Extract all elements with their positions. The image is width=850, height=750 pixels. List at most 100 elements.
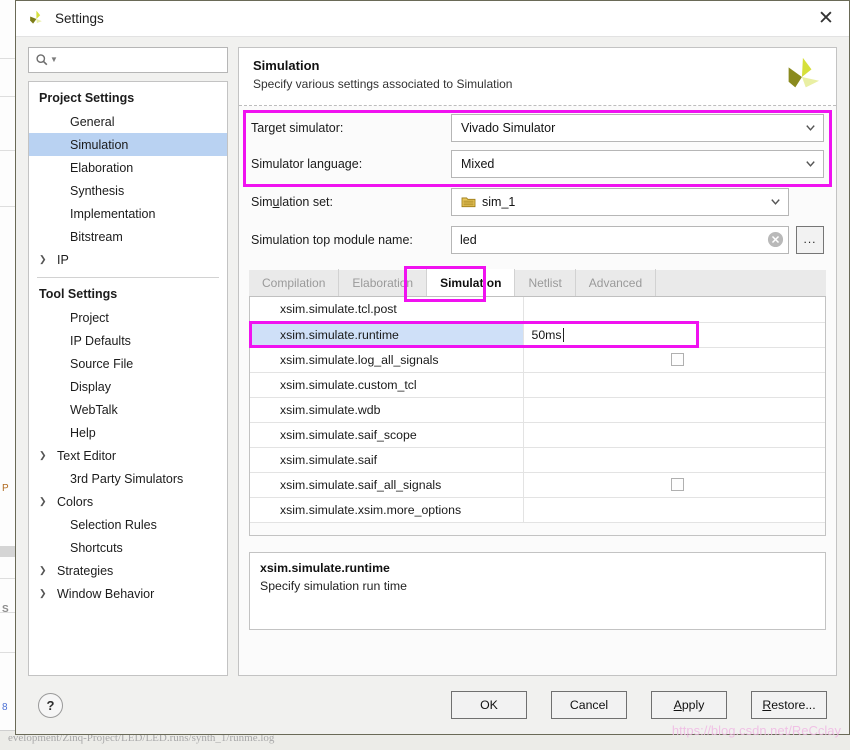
table-row[interactable]: xsim.simulate.saif_scope	[250, 422, 825, 448]
sidebar-item-webtalk[interactable]: WebTalk	[29, 398, 227, 421]
description-title: xsim.simulate.runtime	[260, 560, 390, 575]
sidebar-item-window-behavior[interactable]: ❯ Window Behavior	[29, 582, 227, 605]
sidebar-item-label: Elaboration	[70, 160, 134, 175]
simulator-language-combo[interactable]: Mixed	[451, 149, 824, 178]
sidebar-item-implementation[interactable]: Implementation	[29, 202, 227, 225]
property-value-cell[interactable]	[523, 297, 825, 323]
simulation-set-label: Simulation set:	[251, 194, 333, 209]
restore-button[interactable]: Restore...	[751, 691, 827, 719]
table-row[interactable]: xsim.simulate.log_all_signals	[250, 347, 825, 373]
tab-elaboration[interactable]: Elaboration	[339, 269, 428, 296]
top-module-browse-button[interactable]: ...	[796, 225, 824, 254]
property-value-cell[interactable]	[523, 422, 825, 448]
tab-compilation[interactable]: Compilation	[249, 269, 340, 296]
chevron-right-icon[interactable]: ❯	[39, 451, 52, 460]
property-name-cell[interactable]: xsim.simulate.tcl.post	[250, 297, 524, 323]
target-simulator-combo[interactable]: Vivado Simulator	[451, 113, 824, 142]
sidebar-item-project[interactable]: Project	[29, 306, 227, 329]
sidebar-item-simulation[interactable]: Simulation	[29, 133, 227, 156]
property-name-cell[interactable]: xsim.simulate.xsim.more_options	[250, 497, 524, 523]
sidebar-item-label: Implementation	[70, 206, 156, 221]
sidebar-item-label: IP	[57, 252, 69, 267]
tab-simulation[interactable]: Simulation	[427, 269, 516, 296]
sidebar-item-label: Selection Rules	[70, 517, 157, 532]
sidebar-item-display[interactable]: Display	[29, 375, 227, 398]
sidebar-item-selection-rules[interactable]: Selection Rules	[29, 513, 227, 536]
table-row[interactable]: xsim.simulate.xsim.more_options	[250, 497, 825, 523]
property-value-editor[interactable]: 50ms	[532, 327, 825, 342]
simulation-set-row: Simulation set: sim_1	[251, 185, 824, 218]
property-value-cell[interactable]	[523, 397, 825, 423]
xilinx-logo-icon	[30, 10, 42, 24]
property-value-cell[interactable]	[523, 497, 825, 523]
chevron-right-icon[interactable]: ❯	[39, 497, 52, 506]
sidebar-item-elaboration[interactable]: Elaboration	[29, 156, 227, 179]
property-name-cell[interactable]: xsim.simulate.custom_tcl	[250, 372, 524, 398]
sidebar-item-strategies[interactable]: ❯ Strategies	[29, 559, 227, 582]
chevron-down-icon[interactable]: ▼	[50, 56, 58, 64]
tab-netlist[interactable]: Netlist	[515, 269, 576, 296]
tab-advanced[interactable]: Advanced	[576, 269, 657, 296]
property-value-cell[interactable]: 50ms	[523, 322, 825, 348]
sidebar-item-label: Display	[70, 379, 111, 394]
page-title: Simulation	[253, 58, 320, 73]
dialog-title: Settings	[55, 11, 104, 26]
search-input[interactable]	[61, 52, 221, 68]
simulation-set-combo[interactable]: sim_1	[451, 187, 789, 216]
sidebar-item-bitstream[interactable]: Bitstream	[29, 225, 227, 248]
property-value-cell[interactable]	[523, 472, 825, 498]
settings-sidebar: ▼ Project Settings General Simulation Elabo…	[28, 47, 228, 676]
property-table-wrapper: xsim.simulate.tcl.post xsim.simulate.runt…	[249, 297, 826, 536]
checkbox[interactable]	[671, 353, 685, 366]
chevron-down-icon	[806, 125, 815, 131]
cancel-button[interactable]: Cancel	[551, 691, 627, 719]
top-module-input[interactable]	[458, 231, 767, 248]
property-name-cell[interactable]: xsim.simulate.saif	[250, 447, 524, 473]
property-value-cell[interactable]	[523, 447, 825, 473]
sidebar-item-colors[interactable]: ❯ Colors	[29, 490, 227, 513]
simulator-language-value: Mixed	[461, 156, 495, 171]
sidebar-item-label: WebTalk	[70, 402, 118, 417]
top-module-field[interactable]	[451, 225, 789, 254]
target-simulator-row: Target simulator: Vivado Simulator	[251, 111, 824, 144]
sidebar-item-source-file[interactable]: Source File	[29, 352, 227, 375]
table-row[interactable]: xsim.simulate.saif	[250, 447, 825, 473]
sidebar-item-ip[interactable]: ❯ IP	[29, 248, 227, 271]
table-row[interactable]: xsim.simulate.saif_all_signals	[250, 472, 825, 498]
sidebar-item-synthesis[interactable]: Synthesis	[29, 179, 227, 202]
property-value-cell[interactable]	[523, 372, 825, 398]
sidebar-item-help[interactable]: Help	[29, 421, 227, 444]
property-name-cell[interactable]: xsim.simulate.log_all_signals	[250, 347, 524, 373]
sidebar-item-label: Bitstream	[70, 229, 123, 244]
table-row[interactable]: xsim.simulate.wdb	[250, 397, 825, 423]
property-name-cell[interactable]: xsim.simulate.runtime	[250, 322, 524, 348]
sidebar-item-label: Synthesis	[70, 183, 125, 198]
text-caret	[562, 327, 564, 342]
checkbox[interactable]	[671, 478, 685, 491]
chevron-right-icon[interactable]: ❯	[39, 566, 52, 575]
clear-circle-icon[interactable]	[767, 231, 784, 248]
panel-header: Simulation Specify various settings asso…	[239, 48, 836, 106]
apply-button[interactable]: Apply	[651, 691, 727, 719]
sidebar-search-box[interactable]: ▼	[28, 47, 228, 73]
chevron-down-icon	[806, 161, 815, 167]
ok-button[interactable]: OK	[451, 691, 527, 719]
property-name-cell[interactable]: xsim.simulate.wdb	[250, 397, 524, 423]
property-name-cell[interactable]: xsim.simulate.saif_all_signals	[250, 472, 524, 498]
chevron-right-icon[interactable]: ❯	[39, 255, 52, 264]
tabstrip-filler	[656, 269, 826, 296]
table-row[interactable]: xsim.simulate.custom_tcl	[250, 372, 825, 398]
table-row[interactable]: xsim.simulate.tcl.post	[250, 297, 825, 323]
property-name-cell[interactable]: xsim.simulate.saif_scope	[250, 422, 524, 448]
sidebar-item-3rd-party-simulators[interactable]: 3rd Party Simulators	[29, 467, 227, 490]
sidebar-item-shortcuts[interactable]: Shortcuts	[29, 536, 227, 559]
chevron-right-icon[interactable]: ❯	[39, 589, 52, 598]
sidebar-item-general[interactable]: General	[29, 110, 227, 133]
property-value-cell[interactable]	[523, 347, 825, 373]
close-icon[interactable]: ✕	[809, 4, 843, 34]
sidebar-item-text-editor[interactable]: ❯ Text Editor	[29, 444, 227, 467]
help-button[interactable]: ?	[38, 692, 63, 718]
sidebar-item-ip-defaults[interactable]: IP Defaults	[29, 329, 227, 352]
dialog-titlebar: Settings ✕	[16, 1, 849, 37]
table-row[interactable]: xsim.simulate.runtime 50ms	[250, 322, 825, 348]
